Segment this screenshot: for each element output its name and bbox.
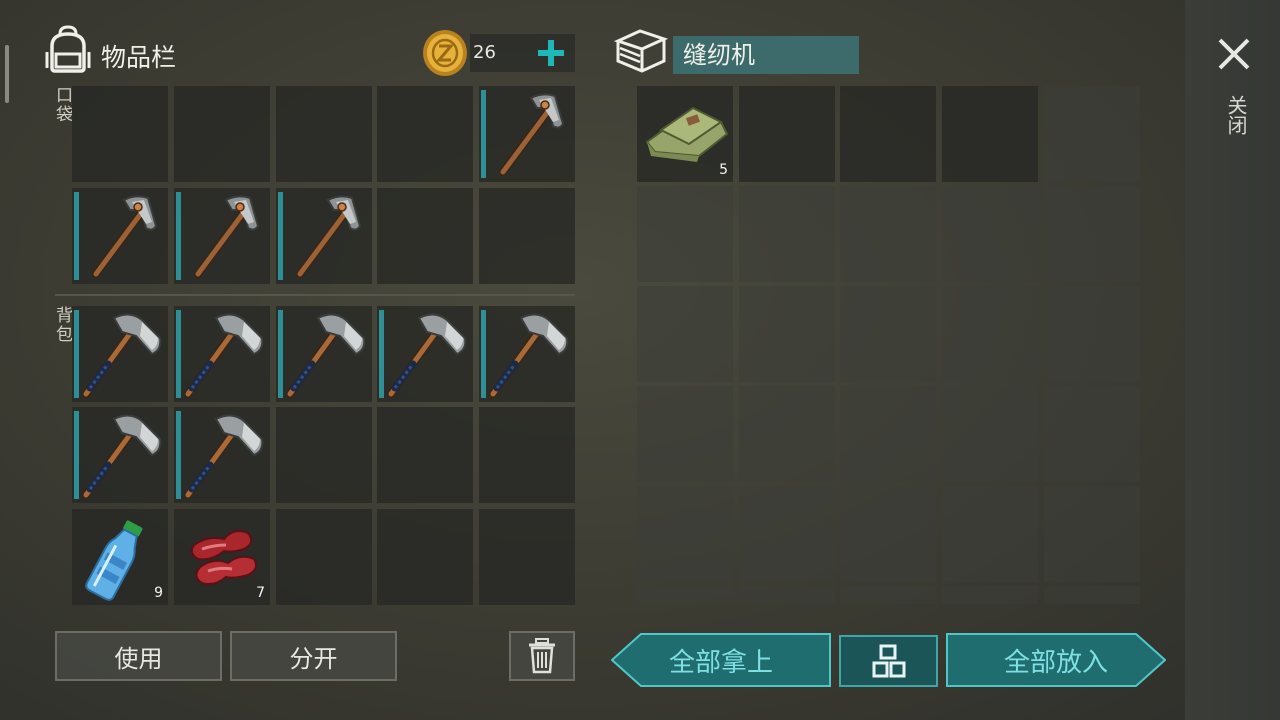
hatchet-icon	[276, 306, 372, 402]
take-all-label: 全部拿上	[668, 647, 773, 678]
container-slot-30[interactable]	[1044, 586, 1140, 604]
pocket-slot-3[interactable]	[276, 86, 372, 182]
section-divider	[55, 294, 575, 296]
container-slot-28[interactable]	[840, 586, 936, 604]
backpack-slot-12[interactable]: 7	[174, 509, 270, 605]
pickaxe-icon	[174, 188, 270, 284]
container-slot-15[interactable]	[1044, 286, 1140, 382]
container-slot-2[interactable]	[739, 86, 835, 182]
backpack-slot-1[interactable]	[72, 306, 168, 402]
container-slot-10[interactable]	[1044, 186, 1140, 282]
backpack-slot-6[interactable]	[72, 407, 168, 503]
split-button[interactable]: 分开	[230, 631, 397, 681]
coin-count: 26	[473, 42, 496, 63]
container-slot-24[interactable]	[942, 486, 1038, 582]
pocket-slot-10[interactable]	[479, 188, 575, 284]
hatchet-icon	[174, 306, 270, 402]
coin-icon	[423, 30, 467, 76]
pocket-slot-8[interactable]	[276, 188, 372, 284]
container-slot-4[interactable]	[942, 86, 1038, 182]
backpack-slot-7[interactable]	[174, 407, 270, 503]
pickaxe-icon	[72, 188, 168, 284]
container-slot-21[interactable]	[637, 486, 733, 582]
sort-button[interactable]	[839, 635, 938, 687]
backpack-slot-3[interactable]	[276, 306, 372, 402]
container-slot-25[interactable]	[1044, 486, 1140, 582]
take-all-button[interactable]: 全部拿上	[611, 633, 831, 687]
backpack-slot-10[interactable]	[479, 407, 575, 503]
trash-button[interactable]	[509, 631, 575, 681]
put-all-label: 全部放入	[1003, 647, 1108, 678]
inventory-title: 物品栏	[101, 43, 177, 72]
pocket-slot-9[interactable]	[377, 188, 473, 284]
close-label[interactable]: 关闭	[1222, 95, 1251, 135]
pocket-slot-6[interactable]	[72, 188, 168, 284]
container-slot-3[interactable]	[840, 86, 936, 182]
container-slot-14[interactable]	[942, 286, 1038, 382]
container-slot-1[interactable]: 5	[637, 86, 733, 182]
backpack-slot-15[interactable]	[479, 509, 575, 605]
trash-icon	[529, 638, 555, 674]
container-slot-16[interactable]	[637, 386, 733, 482]
container-slot-5[interactable]	[1044, 86, 1140, 182]
container-slot-9[interactable]	[942, 186, 1038, 282]
hatchet-icon	[479, 306, 575, 402]
add-coins-button[interactable]	[537, 39, 565, 67]
container-slot-18[interactable]	[840, 386, 936, 482]
container-slot-29[interactable]	[942, 586, 1038, 604]
pocket-slot-4[interactable]	[377, 86, 473, 182]
container-slot-6[interactable]	[637, 186, 733, 282]
container-name-field[interactable]: 缝纫机	[673, 36, 859, 74]
backpack-slot-8[interactable]	[276, 407, 372, 503]
container-slot-19[interactable]	[942, 386, 1038, 482]
backpack-icon	[45, 25, 91, 73]
container-slot-27[interactable]	[739, 586, 835, 604]
hatchet-icon	[72, 407, 168, 503]
container-slot-13[interactable]	[840, 286, 936, 382]
hatchet-icon	[377, 306, 473, 402]
item-count: 9	[154, 585, 163, 601]
container-slot-20[interactable]	[1044, 386, 1140, 482]
container-slot-7[interactable]	[739, 186, 835, 282]
close-icon[interactable]	[1217, 37, 1251, 71]
container-slot-11[interactable]	[637, 286, 733, 382]
pocket-slot-5[interactable]	[479, 86, 575, 182]
pickaxe-icon	[276, 188, 372, 284]
use-button[interactable]: 使用	[55, 631, 222, 681]
backpack-slot-4[interactable]	[377, 306, 473, 402]
container-slot-26[interactable]	[637, 586, 733, 604]
put-all-button[interactable]: 全部放入	[946, 633, 1166, 687]
backpack-slot-2[interactable]	[174, 306, 270, 402]
sort-grid-icon	[872, 644, 905, 678]
pocket-slot-1[interactable]	[72, 86, 168, 182]
pocket-slot-7[interactable]	[174, 188, 270, 284]
pocket-slot-2[interactable]	[174, 86, 270, 182]
backpack-slot-11[interactable]: 9	[72, 509, 168, 605]
container-slot-12[interactable]	[739, 286, 835, 382]
backpack-slot-14[interactable]	[377, 509, 473, 605]
backpack-slot-5[interactable]	[479, 306, 575, 402]
pickaxe-icon	[479, 86, 575, 182]
container-slot-17[interactable]	[739, 386, 835, 482]
scroll-indicator[interactable]	[5, 45, 9, 103]
item-count: 7	[256, 585, 265, 601]
hatchet-icon	[72, 306, 168, 402]
backpack-slot-13[interactable]	[276, 509, 372, 605]
container-slot-23[interactable]	[840, 486, 936, 582]
hatchet-icon	[174, 407, 270, 503]
item-count: 5	[719, 162, 728, 178]
container-slot-8[interactable]	[840, 186, 936, 282]
backpack-slot-9[interactable]	[377, 407, 473, 503]
container-slot-22[interactable]	[739, 486, 835, 582]
container-icon	[614, 29, 668, 73]
